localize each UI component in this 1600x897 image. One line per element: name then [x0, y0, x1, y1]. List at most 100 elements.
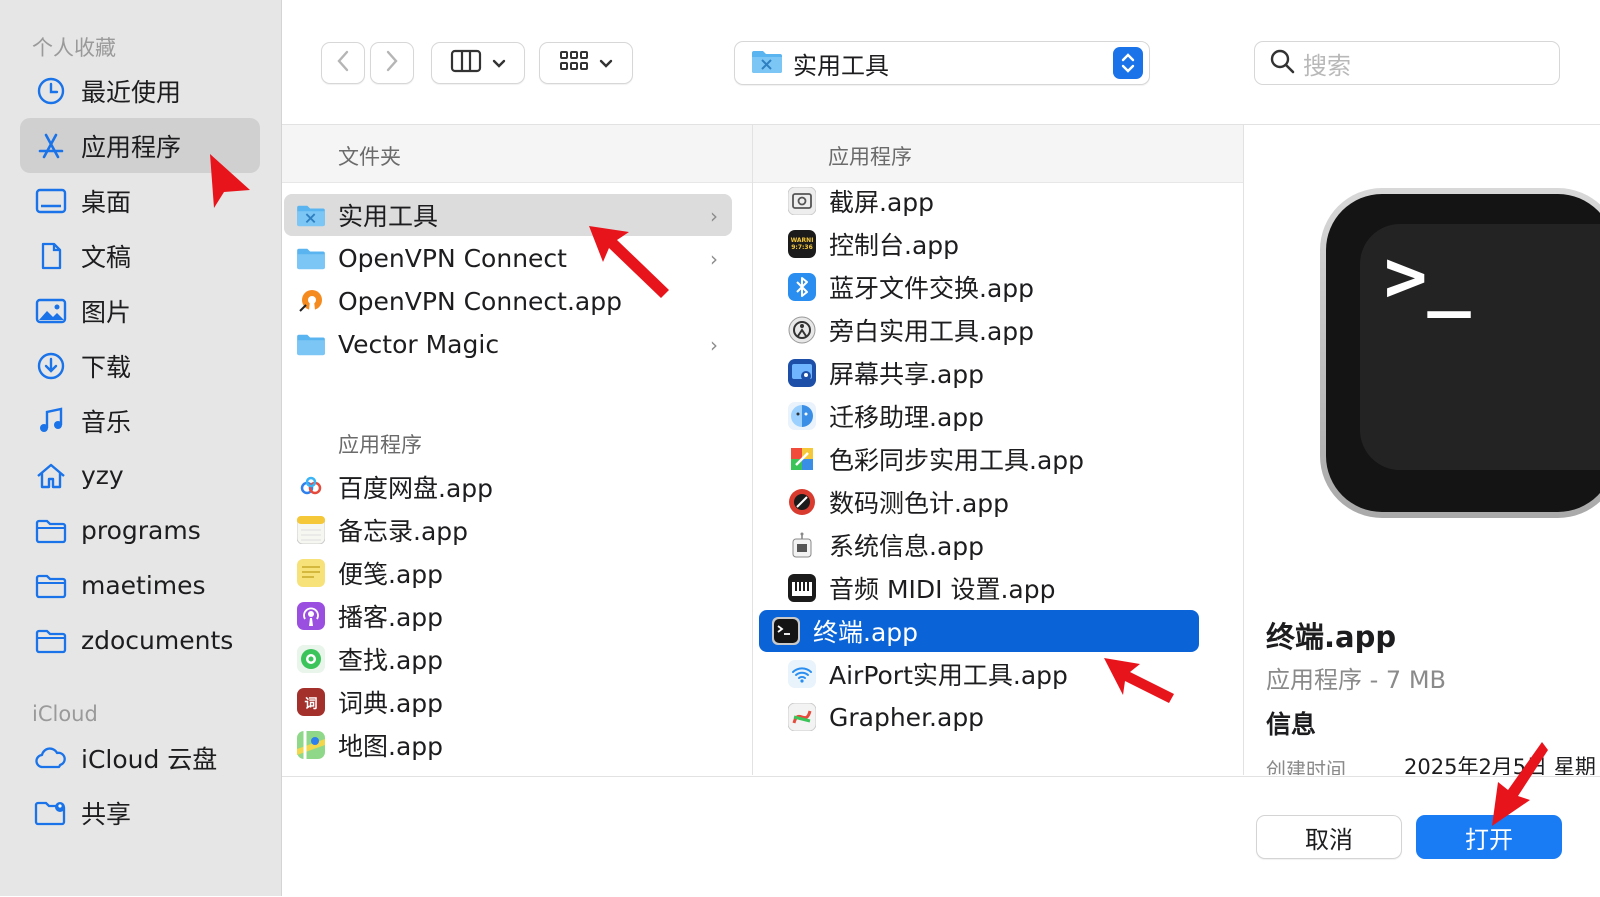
sidebar-item-pictures[interactable]: 图片: [20, 283, 260, 338]
utilities-folder-icon: [751, 48, 783, 78]
colorsync-icon: [787, 444, 817, 474]
color-meter-icon: [787, 487, 817, 517]
terminal-icon: [771, 616, 801, 646]
folder-icon: [296, 329, 326, 359]
sidebar-item-recents[interactable]: 最近使用: [20, 63, 260, 118]
column-header-label: 应用程序: [828, 145, 912, 169]
app-label: 数码测色计.app: [829, 489, 1010, 518]
grapher-icon: [787, 702, 817, 732]
app-row-podcasts[interactable]: 播客.app: [284, 595, 732, 637]
app-label: 备忘录.app: [338, 517, 469, 546]
app-row-findmy[interactable]: 查找.app: [284, 638, 732, 680]
chevron-left-icon: [336, 50, 350, 76]
app-row-dictionary[interactable]: 词 词典.app: [284, 681, 732, 723]
app-label: 音频 MIDI 设置.app: [829, 575, 1056, 604]
chevron-down-icon: [599, 54, 613, 73]
path-popup[interactable]: 实用工具: [734, 41, 1150, 85]
podcasts-icon: [296, 601, 326, 631]
sidebar-item-label: 文稿: [81, 242, 132, 272]
folder-icon: [34, 569, 68, 603]
sidebar-item-label: 最近使用: [81, 77, 182, 107]
bluetooth-icon: [787, 272, 817, 302]
sidebar-item-label: 下载: [81, 352, 132, 382]
folder-label: OpenVPN Connect.app: [338, 286, 622, 316]
back-button[interactable]: [321, 42, 365, 84]
sidebar-item-documents[interactable]: 文稿: [20, 228, 260, 283]
app-row-maps[interactable]: 地图.app: [284, 724, 732, 766]
app-label: 旁白实用工具.app: [829, 317, 1035, 346]
photo-icon: [34, 294, 68, 328]
sidebar-item-label: programs: [81, 516, 201, 545]
app-label: 系统信息.app: [829, 532, 985, 561]
preview-app-kind: 应用程序 - 7 MB: [1266, 666, 1446, 694]
folder-row-vector-magic[interactable]: Vector Magic ›: [284, 323, 732, 365]
view-columns-button[interactable]: [431, 42, 525, 84]
app-row-system-info[interactable]: 系统信息.app: [775, 524, 1223, 566]
chevron-right-icon: ›: [710, 333, 718, 357]
dictionary-icon: 词: [296, 687, 326, 717]
app-row-voiceover[interactable]: 旁白实用工具.app: [775, 309, 1223, 351]
columns-icon: [450, 49, 482, 77]
app-label: 迁移助理.app: [829, 403, 985, 432]
grid-icon: [559, 49, 589, 77]
icloud-section-label: iCloud: [32, 702, 98, 726]
favorites-section-label: 个人收藏: [32, 36, 116, 60]
app-label: 截屏.app: [829, 188, 935, 217]
sidebar-item-label: yzy: [81, 461, 124, 490]
app-row-colorsync[interactable]: 色彩同步实用工具.app: [775, 438, 1223, 480]
search-field[interactable]: 搜索: [1254, 41, 1560, 85]
sidebar-item-label: 音乐: [81, 407, 132, 437]
app-row-console[interactable]: WARNI 9:7:36 控制台.app: [775, 223, 1223, 265]
app-row-screenshot[interactable]: 截屏.app: [775, 180, 1223, 222]
annotation-arrow-icon: [589, 226, 669, 298]
folder-icon: [34, 624, 68, 658]
voiceover-icon: [787, 315, 817, 345]
app-row-notes[interactable]: 备忘录.app: [284, 509, 732, 551]
folder-icon: [296, 243, 326, 273]
app-label: 便笺.app: [338, 560, 444, 589]
cloud-icon: [34, 741, 68, 775]
view-grid-button[interactable]: [539, 42, 633, 84]
desktop-icon: [34, 184, 68, 218]
console-icon: WARNI 9:7:36: [787, 229, 817, 259]
sidebar-item-zdocuments[interactable]: zdocuments: [20, 613, 260, 668]
app-row-digital-color-meter[interactable]: 数码测色计.app: [775, 481, 1223, 523]
shared-folder-icon: [34, 796, 68, 830]
column-header-label: 文件夹: [338, 145, 401, 169]
sidebar-item-music[interactable]: 音乐: [20, 393, 260, 448]
app-row-terminal[interactable]: 终端.app: [759, 610, 1199, 652]
maps-icon: [296, 730, 326, 760]
app-label: AirPort实用工具.app: [829, 661, 1068, 690]
up-down-stepper-icon: [1113, 47, 1143, 79]
app-row-screen-sharing[interactable]: 屏幕共享.app: [775, 352, 1223, 394]
screenshot-icon: [787, 186, 817, 216]
cancel-button[interactable]: 取消: [1256, 815, 1402, 859]
sidebar-item-shared[interactable]: 共享: [20, 785, 260, 840]
app-row-audio-midi[interactable]: 音频 MIDI 设置.app: [775, 567, 1223, 609]
sidebar-item-home[interactable]: yzy: [20, 448, 260, 503]
app-row-bluetooth-exchange[interactable]: 蓝牙文件交换.app: [775, 266, 1223, 308]
app-row-stickies[interactable]: 便笺.app: [284, 552, 732, 594]
sidebar-item-downloads[interactable]: 下载: [20, 338, 260, 393]
app-label: 终端.app: [813, 618, 919, 647]
folder-icon: [34, 514, 68, 548]
created-label: 创建时间: [1266, 758, 1346, 775]
column-header: 应用程序: [753, 125, 1243, 183]
audio-midi-icon: [787, 573, 817, 603]
stickies-icon: [296, 558, 326, 588]
sidebar-item-programs[interactable]: programs: [20, 503, 260, 558]
column-header: 文件夹: [282, 125, 752, 183]
forward-button[interactable]: [370, 42, 414, 84]
annotation-arrow-icon: [1492, 742, 1548, 826]
sidebar-item-maetimes[interactable]: maetimes: [20, 558, 260, 613]
app-label: 百度网盘.app: [338, 474, 494, 503]
app-row-migration[interactable]: 迁移助理.app: [775, 395, 1223, 437]
sidebar-item-label: zdocuments: [81, 626, 234, 655]
chevron-down-icon: [492, 54, 506, 73]
annotation-arrow-icon: [1104, 658, 1174, 703]
music-icon: [34, 404, 68, 438]
app-row-baidu[interactable]: 百度网盘.app: [284, 466, 732, 508]
app-label: 色彩同步实用工具.app: [829, 446, 1085, 475]
sidebar-item-icloud-drive[interactable]: iCloud 云盘: [20, 730, 260, 785]
sidebar-item-label: 应用程序: [81, 132, 182, 162]
